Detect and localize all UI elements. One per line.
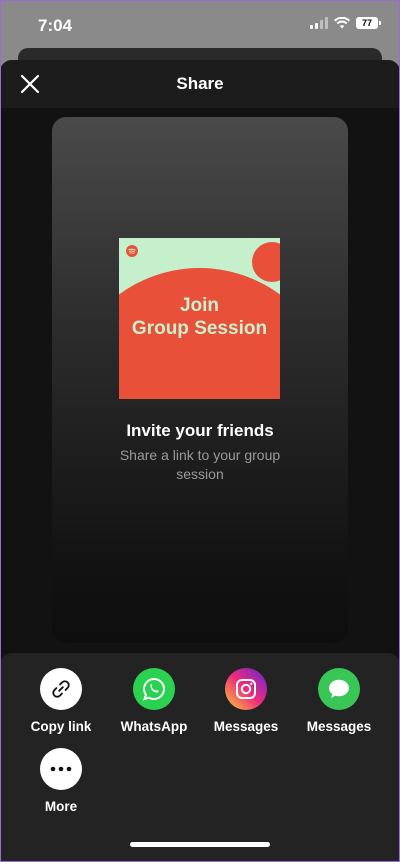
instagram-messages-label: Messages [213, 719, 279, 734]
group-session-cover: Join Group Session [119, 238, 280, 399]
sheet-title: Share [176, 74, 224, 93]
more-label: More [44, 799, 78, 814]
spotify-logo-icon [126, 245, 138, 257]
status-bar: 7:04 77 [0, 0, 400, 50]
invite-title: Invite your friends [126, 421, 274, 440]
messages-icon [318, 668, 360, 710]
home-indicator[interactable] [130, 842, 270, 847]
messages-label: Messages [306, 719, 372, 734]
more-button[interactable]: More [16, 748, 106, 814]
messages-share-button[interactable]: Messages [294, 668, 384, 734]
cover-title-line-2: Group Session [131, 318, 268, 339]
battery-icon: 77 [356, 17, 381, 29]
copy-link-button[interactable]: Copy link [16, 668, 106, 734]
cover-title-line-1: Join [179, 295, 220, 316]
battery-level: 77 [361, 18, 372, 28]
copy-link-label: Copy link [30, 719, 92, 734]
whatsapp-share-button[interactable]: WhatsApp [109, 668, 199, 734]
share-targets-tray: Copy link WhatsApp Messages Messages Mor… [0, 653, 400, 862]
sheet-header: Share [0, 60, 400, 108]
whatsapp-label: WhatsApp [120, 719, 188, 734]
cellular-signal-icon [310, 17, 328, 29]
instagram-messages-share-button[interactable]: Messages [201, 668, 291, 734]
instagram-icon [225, 668, 267, 710]
link-icon [40, 668, 82, 710]
more-icon [40, 748, 82, 790]
share-sheet: Share Join Group Session Invite your fri… [0, 60, 400, 862]
wifi-icon [334, 17, 350, 29]
cover-red-dot [252, 242, 280, 282]
status-icons: 77 [310, 17, 381, 29]
status-time: 7:04 [38, 16, 73, 35]
invite-subtitle: Share a link to your group session [119, 447, 281, 482]
cover-title: Join Group Session [119, 294, 280, 340]
whatsapp-icon [133, 668, 175, 710]
share-preview-card: Join Group Session Invite your friends S… [52, 117, 348, 643]
